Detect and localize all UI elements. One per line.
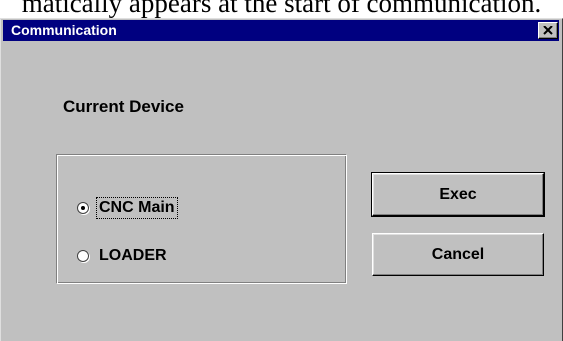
communication-dialog: Communication Current Device CNC Main LO… bbox=[0, 18, 563, 341]
radio-selected-dot bbox=[81, 206, 85, 210]
dialog-title: Communication bbox=[11, 22, 117, 38]
radio-option-cnc-main[interactable]: CNC Main bbox=[77, 195, 178, 221]
radio-label-loader[interactable]: LOADER bbox=[97, 246, 169, 266]
close-button[interactable] bbox=[538, 22, 558, 39]
current-device-label: Current Device bbox=[63, 97, 184, 116]
cancel-button[interactable]: Cancel bbox=[372, 233, 544, 276]
radio-option-loader[interactable]: LOADER bbox=[77, 243, 169, 269]
radio-label-cnc-main[interactable]: CNC Main bbox=[96, 197, 178, 219]
title-bar[interactable]: Communication bbox=[3, 20, 559, 41]
radio-button-loader[interactable] bbox=[77, 250, 89, 262]
device-group-box: CNC Main LOADER bbox=[56, 154, 347, 284]
radio-button-cnc-main[interactable] bbox=[77, 202, 89, 214]
exec-button[interactable]: Exec bbox=[371, 172, 545, 217]
close-x-icon bbox=[543, 26, 553, 35]
